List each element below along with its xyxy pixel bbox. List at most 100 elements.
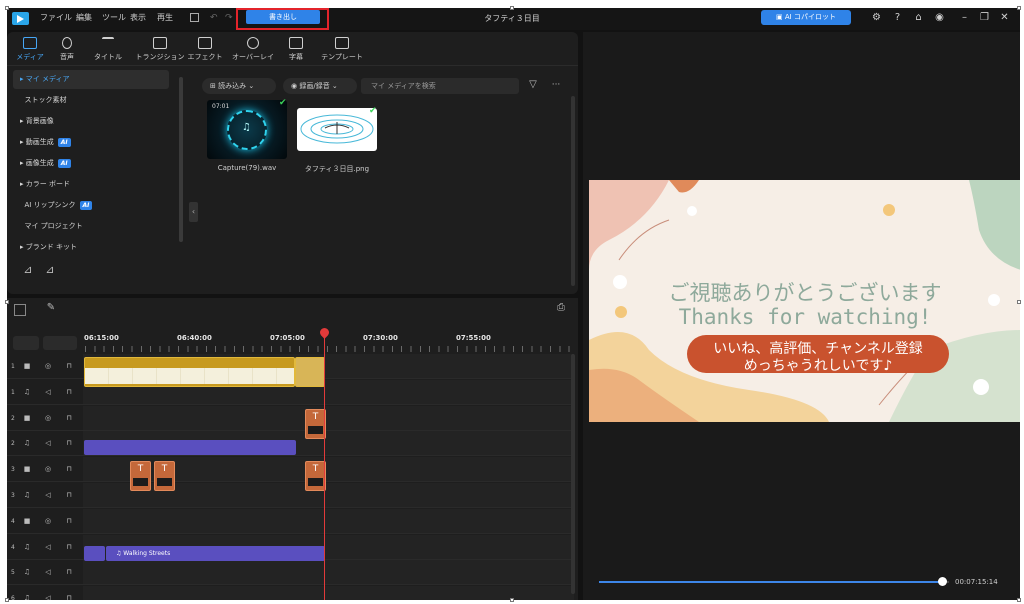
tab-subtitle[interactable]: 字幕	[273, 35, 319, 65]
speaker-icon[interactable]: ◁	[44, 388, 52, 396]
media-search-input[interactable]: マイ メディアを検索	[361, 78, 519, 94]
sidebar-item-image-gen[interactable]: ▸ 画像生成 AI	[13, 154, 169, 173]
lock-icon[interactable]: ⊓	[65, 465, 73, 473]
speaker-icon[interactable]: ◁	[44, 439, 52, 447]
tab-audio[interactable]: 音声	[44, 35, 90, 65]
ruler-label: 07:05:00	[270, 334, 305, 342]
sidebar-item-video-gen[interactable]: ▸ 動画生成 AI	[13, 133, 169, 152]
menu-file[interactable]: ファイル	[40, 12, 72, 23]
sidebar-item-background[interactable]: ▸ 背景画像	[13, 112, 169, 131]
track-row[interactable]	[83, 560, 574, 585]
title-clip[interactable]: T	[305, 461, 326, 491]
resize-handle[interactable]	[510, 6, 514, 10]
lock-icon[interactable]: ⊓	[65, 568, 73, 576]
menu-view[interactable]: 表示	[130, 12, 146, 23]
filter-icon[interactable]: ▽	[527, 80, 539, 93]
sidebar-item-brand-kit[interactable]: ▸ ブランド キット	[13, 238, 169, 257]
remove-folder-icon[interactable]: ⊿	[43, 264, 57, 280]
resize-handle[interactable]	[1017, 300, 1021, 304]
menu-tools[interactable]: ツール	[102, 12, 126, 23]
tab-overlay[interactable]: オーバーレイ	[228, 35, 278, 65]
eye-icon[interactable]: ◎	[44, 362, 52, 370]
sidebar-item-stock[interactable]: ストック素材	[13, 91, 169, 110]
save-icon[interactable]	[190, 13, 199, 22]
sidebar-item-color-board[interactable]: ▸ カラー ボード	[13, 175, 169, 194]
title-clip[interactable]: T	[130, 461, 151, 491]
resize-handle[interactable]	[5, 598, 9, 602]
lock-icon[interactable]: ⊓	[65, 439, 73, 447]
add-track-icon[interactable]	[14, 304, 26, 316]
menu-playback[interactable]: 再生	[157, 12, 173, 23]
audio-clip[interactable]	[84, 440, 296, 455]
video-clip[interactable]	[295, 357, 325, 387]
title-clip[interactable]: T	[305, 409, 326, 439]
resize-handle[interactable]	[1017, 6, 1021, 10]
resize-handle[interactable]	[510, 598, 514, 602]
video-preview[interactable]: ご視聴ありがとうございます Thanks for watching! いいね、高…	[589, 180, 1020, 422]
more-options-icon[interactable]: ···	[550, 81, 562, 93]
lock-icon[interactable]: ⊓	[65, 594, 73, 600]
help-icon[interactable]: ?	[892, 12, 903, 23]
import-button[interactable]: ⊞ 読み込み ⌄	[202, 78, 276, 94]
zoom-fit-button[interactable]	[13, 336, 39, 350]
resize-handle[interactable]	[5, 300, 9, 304]
tab-media-label: メディア	[16, 53, 44, 61]
speaker-icon[interactable]: ◁	[44, 491, 52, 499]
pen-icon[interactable]: ✎	[45, 303, 57, 316]
music-clip[interactable]	[84, 546, 105, 561]
track-row[interactable]	[83, 406, 574, 431]
snap-button[interactable]	[43, 336, 77, 350]
tab-effect[interactable]: エフェクト	[182, 35, 228, 65]
speaker-icon[interactable]: ◁	[44, 594, 52, 600]
account-icon[interactable]: ◉	[934, 12, 945, 23]
music-clip[interactable]: ♫ Walking Streets	[106, 546, 325, 561]
media-thumb-image[interactable]	[297, 108, 377, 151]
lock-icon[interactable]: ⊓	[65, 388, 73, 396]
track-header: 1 ♫ ◁ ⊓	[7, 380, 83, 405]
eye-icon[interactable]: ◎	[44, 465, 52, 473]
sidebar-item-lipsync[interactable]: AI リップシンク AI	[13, 196, 169, 215]
redo-icon[interactable]: ↷	[225, 13, 233, 23]
resize-handle[interactable]	[1017, 598, 1021, 602]
tab-template[interactable]: テンプレート	[317, 35, 367, 65]
speaker-icon[interactable]: ◁	[44, 568, 52, 576]
lock-icon[interactable]: ⊓	[65, 491, 73, 499]
resize-handle[interactable]	[5, 6, 9, 10]
restore-icon[interactable]: ❐	[979, 12, 990, 23]
record-button[interactable]: ◉ 録画/録音 ⌄	[283, 78, 357, 94]
lock-icon[interactable]: ⊓	[65, 362, 73, 370]
collapse-sidebar-icon[interactable]: ‹	[189, 202, 198, 222]
ai-copilot-button[interactable]: ▣ AI コパイロット	[761, 10, 851, 25]
seek-handle[interactable]	[938, 577, 947, 586]
add-folder-icon[interactable]: ⊿	[21, 264, 35, 280]
settings-gear-icon[interactable]: ⚙	[871, 12, 882, 23]
menu-edit[interactable]: 編集	[76, 12, 92, 23]
render-icon[interactable]: ⎙	[555, 303, 567, 316]
lock-icon[interactable]: ⊓	[65, 414, 73, 422]
title-clip-thumb	[308, 426, 323, 434]
speaker-icon[interactable]: ◁	[44, 543, 52, 551]
sidebar-item-my-media[interactable]: ▸ マイ メディア	[13, 70, 169, 89]
lock-icon[interactable]: ⊓	[65, 543, 73, 551]
timeline-scrollbar[interactable]	[571, 354, 575, 594]
eye-icon[interactable]: ◎	[44, 517, 52, 525]
undo-icon[interactable]: ↶	[210, 13, 218, 23]
sidebar-scrollbar[interactable]	[179, 77, 183, 242]
notification-icon[interactable]: ⌂	[913, 12, 924, 23]
track-row[interactable]	[83, 509, 574, 534]
playhead-line	[324, 330, 325, 600]
lock-icon[interactable]: ⊓	[65, 517, 73, 525]
title-clip[interactable]: T	[154, 461, 175, 491]
eye-icon[interactable]: ◎	[44, 414, 52, 422]
sidebar-item-my-project[interactable]: マイ プロジェクト	[13, 217, 169, 236]
media-thumb-audio[interactable]: ♫ 07:01	[207, 100, 287, 159]
minimize-icon[interactable]: –	[959, 12, 970, 23]
tab-transition[interactable]: トランジション	[134, 35, 186, 65]
track-row[interactable]	[83, 586, 574, 600]
ai-badge: AI	[57, 138, 71, 147]
export-button[interactable]: 書き出し	[246, 10, 320, 24]
tab-title[interactable]: タイトル	[85, 35, 131, 65]
video-clip[interactable]	[84, 357, 295, 387]
close-icon[interactable]: ✕	[999, 12, 1010, 23]
media-scrollbar[interactable]	[571, 96, 575, 286]
